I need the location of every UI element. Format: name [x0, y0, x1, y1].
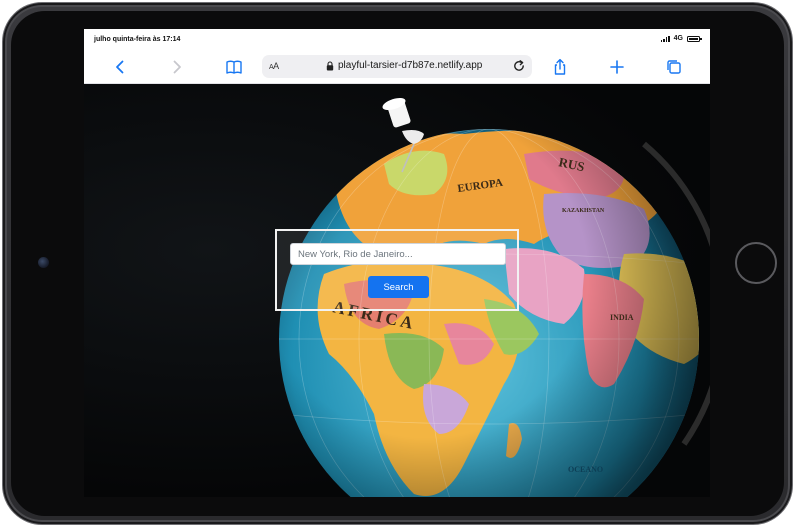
book-icon[interactable]: [225, 58, 243, 76]
chevron-right-icon[interactable]: [168, 58, 186, 76]
lock-icon: [326, 60, 334, 71]
screen: julho quinta-feira às 17:14 4G AA playfu: [84, 29, 710, 497]
search-panel: Search: [275, 229, 519, 311]
chevron-left-icon[interactable]: [111, 58, 129, 76]
network-type: 4G: [673, 35, 683, 42]
address-bar[interactable]: AA playful-tarsier-d7b87e.netlify.app: [262, 55, 532, 78]
map-label-oceano: OCEANO: [568, 465, 603, 474]
browser-toolbar: AA playful-tarsier-d7b87e.netlify.app: [84, 51, 710, 84]
reload-icon[interactable]: [512, 59, 526, 73]
battery-icon: [687, 35, 702, 42]
text-size-button[interactable]: AA: [269, 61, 279, 71]
share-icon[interactable]: [551, 58, 569, 76]
home-button[interactable]: [735, 242, 777, 284]
url-text: playful-tarsier-d7b87e.netlify.app: [338, 60, 483, 71]
status-indicators: 4G: [660, 35, 702, 42]
url-display[interactable]: playful-tarsier-d7b87e.netlify.app: [326, 60, 482, 71]
front-camera: [38, 257, 49, 268]
status-time: julho quinta-feira às 17:14: [94, 36, 181, 43]
status-bar: julho quinta-feira às 17:14 4G: [84, 29, 710, 51]
plus-icon[interactable]: [608, 58, 626, 76]
search-input[interactable]: [290, 243, 506, 265]
map-label-india: INDIA: [610, 313, 634, 322]
page-content: EUROPA KAZAKHSTAN RUS AFRICA INDIA OCEAN…: [84, 84, 710, 497]
tabs-icon[interactable]: [665, 58, 683, 76]
signal-icon: [660, 35, 670, 42]
map-label-kazakhstan: KAZAKHSTAN: [562, 208, 605, 214]
search-button[interactable]: Search: [368, 276, 429, 298]
